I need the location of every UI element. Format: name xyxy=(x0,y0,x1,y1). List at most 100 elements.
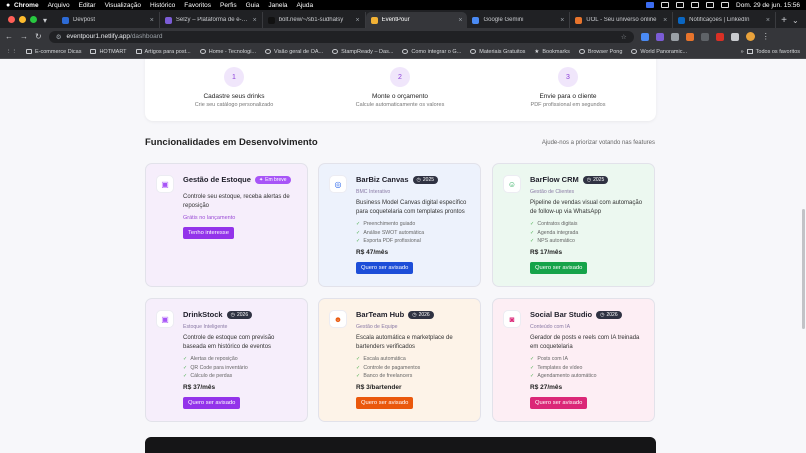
reload-icon[interactable]: ↻ xyxy=(35,32,42,41)
notify-button[interactable]: Quero ser avisado xyxy=(530,397,588,410)
close-tab-icon[interactable]: × xyxy=(560,17,564,24)
prioritize-features-link[interactable]: Ajude-nos a priorizar votando nas featur… xyxy=(542,140,655,146)
menu-editar[interactable]: Editar xyxy=(79,2,96,9)
tab-selzy[interactable]: Selzy – Plataforma de e-mail × xyxy=(160,12,263,28)
bookmark-item[interactable]: E-commerce Dicas xyxy=(26,49,81,55)
extension-icon[interactable] xyxy=(685,32,694,41)
extension-icon[interactable] xyxy=(670,32,679,41)
menu-ajuda[interactable]: Ajuda xyxy=(297,2,314,9)
close-tab-icon[interactable]: × xyxy=(253,17,257,24)
site-favicon-icon xyxy=(402,49,409,54)
menu-favoritos[interactable]: Favoritos xyxy=(184,2,211,9)
tab-gemini[interactable]: Google Gemini × xyxy=(467,12,571,28)
notify-button[interactable]: Quero ser avisado xyxy=(356,262,414,275)
bookmark-item[interactable]: Artigos para post... xyxy=(135,48,191,55)
tab-bolt[interactable]: bolt.new/~/sb1-sudhalsy × xyxy=(263,12,366,28)
minimize-window-icon[interactable] xyxy=(19,16,26,23)
close-tab-icon[interactable]: × xyxy=(355,17,359,24)
bookmark-item[interactable]: HOTMART xyxy=(90,49,127,55)
menu-app-chrome[interactable]: Chrome xyxy=(14,2,39,9)
menu-guia[interactable]: Guia xyxy=(246,2,260,9)
status-battery-icon[interactable] xyxy=(691,2,700,8)
feature-item-label: Templates de vídeo xyxy=(537,364,583,371)
year-badge: ◷ 2025 xyxy=(412,175,439,184)
notify-button[interactable]: Quero ser avisado xyxy=(356,397,414,410)
forward-icon[interactable]: → xyxy=(20,32,28,41)
tab-list-chevron-icon[interactable]: ⌄ xyxy=(792,12,806,28)
bookmark-star-icon[interactable]: ☆ xyxy=(621,33,627,41)
status-search-icon[interactable] xyxy=(721,2,730,8)
extension-icon[interactable] xyxy=(640,32,649,41)
menu-historico[interactable]: Histórico xyxy=(150,2,175,9)
back-icon[interactable]: ← xyxy=(5,32,13,41)
status-bluetooth-icon[interactable] xyxy=(676,2,685,8)
year-badge: ◷ 2026 xyxy=(596,310,622,319)
zoom-window-icon[interactable] xyxy=(30,16,37,23)
bookmark-item[interactable]: Browser Pong xyxy=(578,49,622,55)
tab-favicon xyxy=(267,16,275,24)
browser-toolbar: ← → ↻ ⚙ eventpour1.netlify.app/dashboard… xyxy=(0,28,806,45)
star-icon: ★ xyxy=(534,48,540,55)
close-tab-icon[interactable]: × xyxy=(766,17,770,24)
browser-menu-icon[interactable]: ⋮ xyxy=(762,32,770,41)
bookmark-item[interactable]: Materiais Gratuitos xyxy=(470,49,525,55)
interest-button[interactable]: Tenho interesse xyxy=(183,227,234,240)
bookmark-label: Artigos para post... xyxy=(144,48,191,55)
bookmark-item[interactable]: World Panoramic... xyxy=(631,49,687,55)
profile-avatar[interactable] xyxy=(745,32,755,41)
tab-favicon xyxy=(575,16,583,24)
tab-devpost[interactable]: Devpost × xyxy=(57,12,160,28)
sparkle-icon: ✦ xyxy=(258,176,264,183)
tab-uol[interactable]: UOL - Seu universo online × xyxy=(570,12,674,28)
all-bookmarks-button[interactable]: » Todos os favoritos xyxy=(741,49,800,55)
notify-button[interactable]: Quero ser avisado xyxy=(530,262,588,275)
status-wifi-icon[interactable] xyxy=(706,2,715,8)
menu-arquivo[interactable]: Arquivo xyxy=(48,2,70,9)
google-favicon-icon xyxy=(265,49,272,54)
apps-grid-icon[interactable]: ⋮⋮ xyxy=(6,49,17,55)
bookmark-item[interactable]: StampReady – Das... xyxy=(332,49,393,55)
check-icon: ✓ xyxy=(356,373,361,379)
menu-visualizacao[interactable]: Visualização xyxy=(105,2,141,9)
bookmark-item[interactable]: Visão geral de OA... xyxy=(265,49,323,55)
tab-search-icon[interactable]: ▾ xyxy=(43,12,57,28)
extension-icon[interactable] xyxy=(700,32,709,41)
feature-item-label: QR Code para inventário xyxy=(190,364,248,371)
address-bar[interactable]: ⚙ eventpour1.netlify.app/dashboard ☆ xyxy=(48,30,634,43)
tab-linkedin[interactable]: Notificações | LinkedIn × xyxy=(673,12,777,28)
menu-janela[interactable]: Janela xyxy=(268,2,287,9)
folder-icon xyxy=(26,49,32,54)
folder-icon xyxy=(90,49,97,54)
new-tab-button[interactable]: + xyxy=(776,12,792,28)
extension-icon[interactable] xyxy=(655,32,664,41)
tab-label: Devpost xyxy=(73,17,96,23)
bookmark-item[interactable]: Como integrar o G... xyxy=(402,49,461,55)
notify-button[interactable]: Quero ser avisado xyxy=(183,397,241,410)
extensions-puzzle-icon[interactable] xyxy=(730,32,739,41)
check-icon: ✓ xyxy=(530,229,535,236)
close-tab-icon[interactable]: × xyxy=(150,17,154,24)
menu-perfis[interactable]: Perfis xyxy=(220,2,237,9)
feature-item: ✓ Escala automática xyxy=(356,355,469,363)
window-controls xyxy=(0,16,43,28)
page-scrollbar[interactable] xyxy=(802,209,805,329)
status-window-icon[interactable] xyxy=(661,2,670,8)
close-tab-icon[interactable]: × xyxy=(663,17,667,24)
tab-eventpour[interactable]: EventPour × xyxy=(365,12,468,28)
close-window-icon[interactable] xyxy=(8,16,15,23)
menu-clock[interactable]: Dom. 29 de jun. 15:56 xyxy=(736,2,800,9)
feature-item: ✓ Contratos digitais xyxy=(530,220,643,228)
close-tab-icon[interactable]: × xyxy=(458,17,462,24)
feature-name: BarTeam Hub xyxy=(356,310,405,319)
site-info-icon[interactable]: ⚙ xyxy=(56,33,62,41)
feature-item-label: Escala automática xyxy=(363,356,406,363)
feature-item: ✓ Preenchimento guiado xyxy=(356,220,469,228)
status-app-icon[interactable] xyxy=(646,2,655,8)
apple-icon[interactable]: ● xyxy=(6,2,14,9)
bookmark-item[interactable]: ★ Bookmarks xyxy=(534,49,569,55)
check-icon: ✓ xyxy=(183,373,188,379)
extension-icon[interactable] xyxy=(715,32,724,41)
bookmark-item[interactable]: Home - Tecnologi... xyxy=(199,49,256,55)
launch-note: Grátis no lançamento xyxy=(183,215,236,222)
feature-category: BMC Interativo xyxy=(356,189,391,195)
